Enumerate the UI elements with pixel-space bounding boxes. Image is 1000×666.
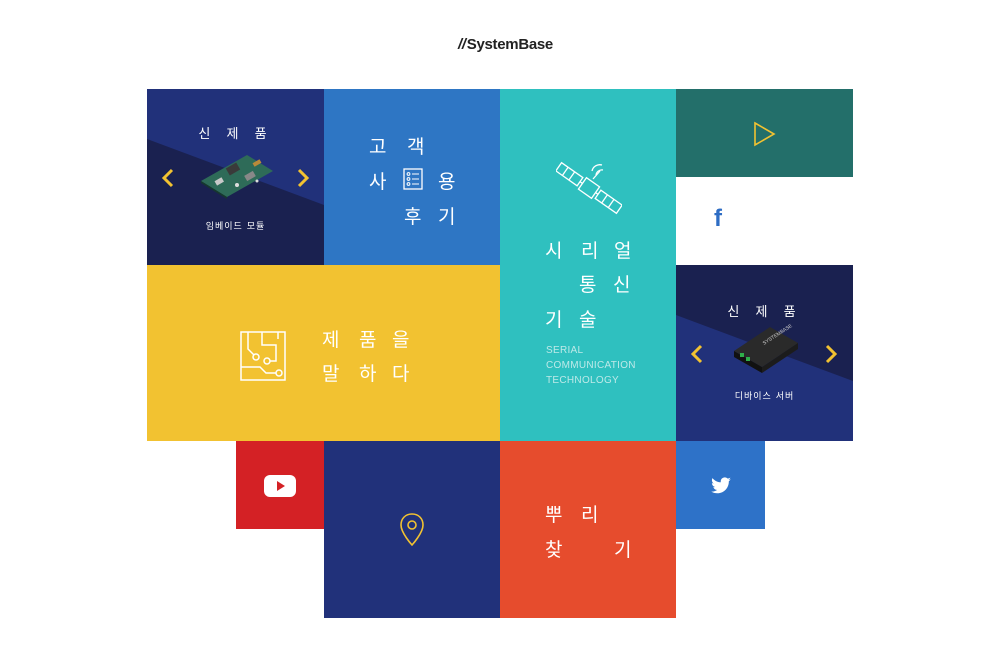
serial-subtitle-2: COMMUNICATION — [546, 360, 636, 371]
satellite-icon — [556, 161, 622, 215]
slide-title: 신 제 품 — [727, 305, 802, 320]
embedded-board-image — [201, 155, 273, 199]
roots-char: 리 — [581, 504, 599, 526]
talk-char: 제 — [322, 329, 340, 351]
twitter-tile[interactable] — [676, 441, 765, 529]
roots-tile[interactable]: 뿌 리 찾 기 — [500, 441, 676, 618]
roots-char: 기 — [614, 539, 632, 561]
facebook-tile[interactable]: f — [676, 177, 853, 265]
logo-mark: // — [458, 36, 466, 53]
embedded-module-slider[interactable]: 신 제 품 임베이드 모듈 — [147, 89, 324, 265]
review-char: 후 — [404, 206, 422, 228]
serial-subtitle-3: TECHNOLOGY — [546, 375, 620, 386]
roots-char: 뿌 — [545, 504, 563, 526]
device-server-slider[interactable]: 신 제 품 SYSTEMBASE 디바이스 서버 — [676, 265, 853, 441]
serial-communication-tile[interactable]: 시 리 얼 통 신 기 술 SERIAL COMMUNICATION TECHN… — [500, 89, 676, 441]
review-char: 객 — [407, 136, 425, 158]
prev-arrow-icon[interactable] — [690, 344, 704, 364]
talk-char: 말 — [322, 363, 340, 385]
next-arrow-icon[interactable] — [296, 168, 310, 188]
location-tile[interactable] — [324, 441, 500, 618]
review-char: 용 — [438, 171, 456, 193]
talk-char: 을 — [392, 329, 410, 351]
slide-caption: 임베이드 모듈 — [205, 222, 266, 232]
slide-title: 신 제 품 — [198, 127, 273, 142]
talk-char: 하 — [359, 363, 377, 385]
review-char: 사 — [369, 171, 387, 193]
serial-char: 통 — [579, 274, 597, 296]
product-talk-tile[interactable]: 제 품 을 말 하 다 — [147, 265, 500, 441]
serial-char: 기 — [545, 309, 563, 331]
circuit-icon — [240, 331, 286, 381]
slide-caption: 디바이스 서버 — [734, 392, 795, 402]
roots-char: 찾 — [545, 539, 563, 561]
review-char: 기 — [438, 206, 456, 228]
customer-review-tile[interactable]: 고 객 사 용 후 기 — [324, 89, 500, 265]
device-server-image: SYSTEMBASE — [734, 323, 798, 373]
serial-char: 시 — [545, 240, 563, 262]
systembase-logo[interactable]: //SystemBase — [458, 36, 553, 53]
serial-char: 신 — [613, 274, 631, 296]
logo-text: SystemBase — [466, 36, 554, 53]
document-list-icon — [403, 168, 423, 190]
prev-arrow-icon[interactable] — [161, 168, 175, 188]
facebook-icon: f — [714, 205, 722, 232]
serial-char: 술 — [579, 309, 597, 331]
talk-char: 품 — [359, 329, 377, 351]
serial-subtitle-1: SERIAL — [546, 345, 584, 356]
youtube-icon — [264, 475, 296, 497]
youtube-tile[interactable] — [236, 441, 324, 529]
next-arrow-icon[interactable] — [824, 344, 838, 364]
video-play-tile[interactable] — [676, 89, 853, 177]
twitter-icon — [711, 477, 731, 494]
review-char: 고 — [369, 136, 387, 158]
talk-char: 다 — [392, 363, 410, 385]
serial-char: 얼 — [614, 240, 632, 262]
serial-char: 리 — [581, 240, 599, 262]
play-icon — [754, 121, 776, 147]
location-pin-icon — [400, 513, 424, 547]
